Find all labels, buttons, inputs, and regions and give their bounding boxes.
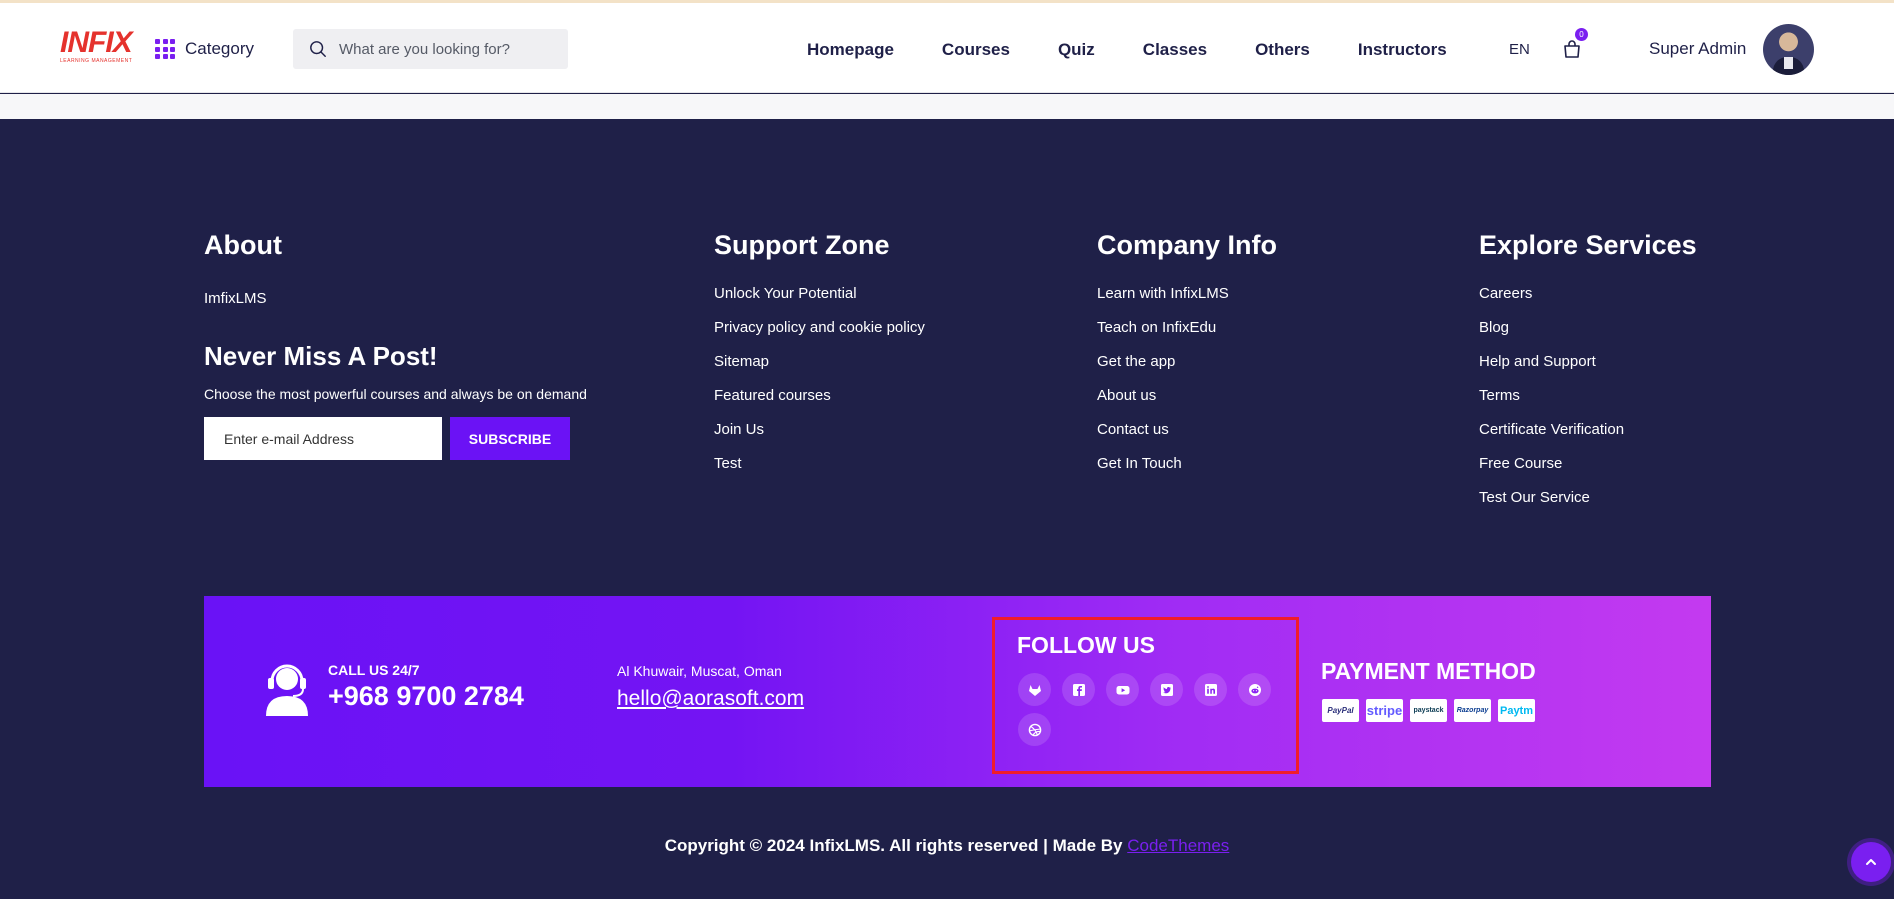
footer-about: About (204, 230, 282, 261)
chevron-up-icon (1866, 859, 1876, 865)
headset-icon (266, 664, 308, 716)
youtube-icon (1116, 685, 1129, 694)
logo-tagline: LEARNING MANAGEMENT (60, 58, 133, 64)
explore-link[interactable]: Help and Support (1479, 353, 1596, 370)
footer-explore-services: Explore Services Careers Blog Help and S… (1479, 230, 1697, 522)
explore-link[interactable]: Blog (1479, 319, 1509, 336)
subscribe-button[interactable]: SUBSCRIBE (450, 417, 570, 460)
nav-homepage[interactable]: Homepage (807, 40, 894, 60)
support-link[interactable]: Join Us (714, 421, 764, 438)
support-link[interactable]: Featured courses (714, 387, 831, 404)
copyright: Copyright © 2024 InfixLMS. All rights re… (0, 836, 1894, 856)
category-label: Category (185, 39, 254, 58)
email-link[interactable]: hello@aorasoft.com (617, 687, 804, 711)
cart-count-badge: 0 (1575, 28, 1588, 41)
company-link[interactable]: Get In Touch (1097, 455, 1182, 472)
call-label: CALL US 24/7 (328, 662, 420, 678)
newsletter-description: Choose the most powerful courses and alw… (204, 386, 587, 402)
logo-text: INFIX (60, 26, 133, 59)
company-link[interactable]: Teach on InfixEdu (1097, 319, 1216, 336)
facebook-button[interactable] (1062, 673, 1095, 706)
facebook-icon (1072, 683, 1085, 696)
about-text: ImfixLMS (204, 290, 267, 307)
gitlab-icon (1028, 684, 1041, 696)
explore-link[interactable]: Free Course (1479, 455, 1562, 472)
follow-us-title: FOLLOW US (1017, 632, 1155, 658)
search-bar[interactable] (293, 29, 568, 69)
company-link[interactable]: About us (1097, 387, 1156, 404)
twitter-button[interactable] (1150, 673, 1183, 706)
support-zone-title: Support Zone (714, 230, 890, 260)
support-link[interactable]: Privacy policy and cookie policy (714, 319, 925, 336)
avatar[interactable] (1763, 24, 1814, 75)
category-button[interactable]: Category (155, 36, 254, 62)
paypal-logo: PayPal (1322, 699, 1359, 722)
explore-link[interactable]: Careers (1479, 285, 1532, 302)
nav-courses[interactable]: Courses (942, 40, 1010, 60)
payment-method-title: PAYMENT METHOD (1321, 658, 1536, 684)
site-logo[interactable]: INFIX LEARNING MANAGEMENT (60, 28, 140, 66)
explore-services-title: Explore Services (1479, 230, 1697, 260)
about-title: About (204, 230, 282, 260)
explore-link[interactable]: Certificate Verification (1479, 421, 1624, 438)
nav-classes[interactable]: Classes (1143, 40, 1207, 60)
user-name[interactable]: Super Admin (1649, 39, 1746, 59)
company-link[interactable]: Get the app (1097, 353, 1175, 370)
explore-link[interactable]: Terms (1479, 387, 1520, 404)
nav-quiz[interactable]: Quiz (1058, 40, 1095, 60)
phone-number[interactable]: +968 9700 2784 (328, 681, 524, 712)
company-link[interactable]: Learn with InfixLMS (1097, 285, 1229, 302)
support-link[interactable]: Unlock Your Potential (714, 285, 857, 302)
paytm-logo: Paytm (1498, 699, 1535, 722)
scroll-to-top-button[interactable] (1851, 842, 1891, 882)
codethemes-link[interactable]: CodeThemes (1127, 836, 1229, 855)
explore-link[interactable]: Test Our Service (1479, 489, 1590, 506)
company-info-title: Company Info (1097, 230, 1277, 260)
footer-support-zone: Support Zone Unlock Your Potential Priva… (714, 230, 925, 488)
language-selector[interactable]: EN (1509, 41, 1530, 58)
search-input[interactable] (339, 40, 559, 58)
dribbble-icon (1028, 723, 1041, 736)
nav-others[interactable]: Others (1255, 40, 1310, 60)
footer-company-info: Company Info Learn with InfixLMS Teach o… (1097, 230, 1277, 488)
nav-instructors[interactable]: Instructors (1358, 40, 1447, 60)
shopping-bag-icon[interactable] (1561, 38, 1583, 60)
email-field[interactable] (204, 417, 442, 460)
address: Al Khuwair, Muscat, Oman (617, 663, 782, 679)
youtube-button[interactable] (1106, 673, 1139, 706)
grid-icon (155, 39, 175, 59)
main-nav: Homepage Courses Quiz Classes Others Ins… (807, 38, 1495, 62)
paystack-logo: paystack (1410, 699, 1447, 722)
razorpay-logo: Razorpay (1454, 699, 1491, 722)
reddit-button[interactable] (1238, 673, 1271, 706)
company-link[interactable]: Contact us (1097, 421, 1169, 438)
search-icon (310, 41, 326, 57)
support-link[interactable]: Test (714, 455, 742, 472)
gitlab-button[interactable] (1018, 673, 1051, 706)
header-subbar (0, 94, 1894, 119)
copyright-text: Copyright © 2024 InfixLMS. All rights re… (664, 836, 1123, 855)
reddit-icon (1248, 683, 1261, 696)
dribbble-button[interactable] (1018, 713, 1051, 746)
linkedin-icon (1204, 683, 1217, 696)
twitter-icon (1160, 683, 1173, 696)
support-link[interactable]: Sitemap (714, 353, 769, 370)
newsletter-title: Never Miss A Post! (204, 341, 438, 371)
stripe-logo: stripe (1366, 699, 1403, 722)
linkedin-button[interactable] (1194, 673, 1227, 706)
